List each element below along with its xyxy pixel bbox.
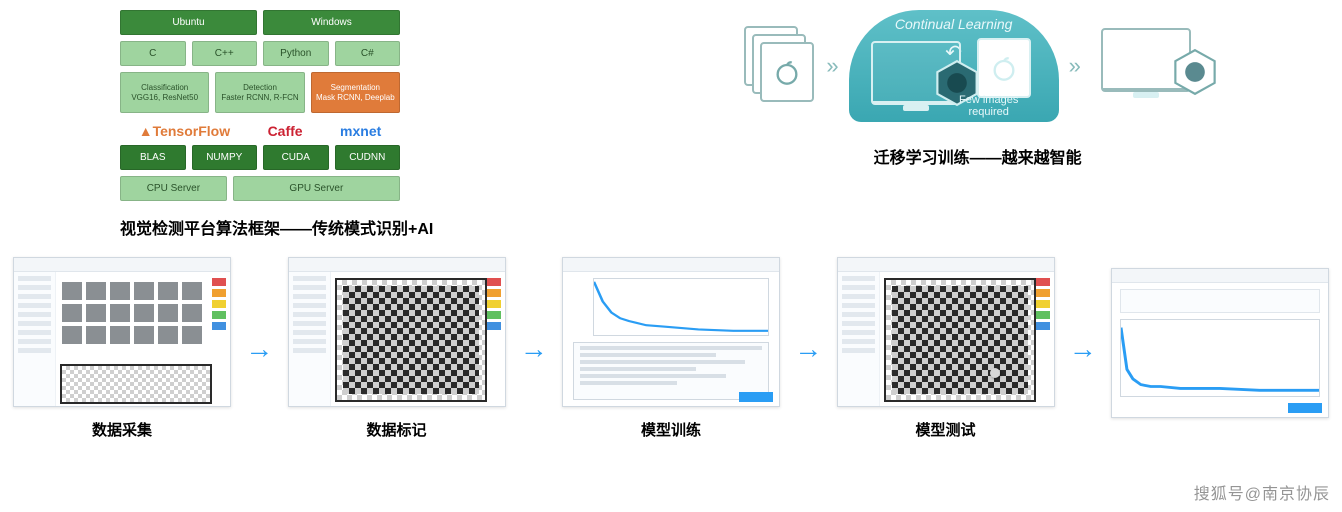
color-palette — [212, 278, 226, 333]
mxnet-logo: mxnet — [340, 123, 381, 139]
few-images-label: Few images required — [939, 94, 1039, 118]
task-block: SegmentationMask RCNN, Deeplab — [311, 72, 400, 113]
brain-hex-icon — [1173, 48, 1217, 96]
pipeline-step: 数据标记 — [287, 257, 507, 440]
eval-chart — [1120, 319, 1320, 397]
lang-block: C# — [335, 41, 401, 66]
framework-logos: ▲TensorFlow Caffe mxnet — [120, 119, 400, 145]
calibration-board — [335, 278, 487, 402]
apple-icon — [773, 58, 801, 86]
test-board — [884, 278, 1036, 402]
pipeline-step — [1110, 268, 1330, 430]
color-palette — [1036, 278, 1050, 333]
step-label: 数据采集 — [92, 419, 152, 440]
apple-icon — [990, 54, 1018, 82]
flow-arrow-icon: » — [826, 53, 838, 79]
server-block: GPU Server — [233, 176, 400, 201]
arrow-icon: → — [245, 333, 273, 365]
server-block: CPU Server — [120, 176, 227, 201]
color-palette — [487, 278, 501, 333]
lib-block: CUDNN — [335, 145, 401, 170]
tensorflow-logo: ▲TensorFlow — [139, 123, 230, 139]
input-image-stack — [744, 26, 816, 106]
learning-box: Continual Learning ↶ Few images required — [849, 10, 1059, 122]
workflow-pipeline: 数据采集 → 数据标记 → 模型训练 — [0, 239, 1342, 440]
lang-block: C++ — [192, 41, 258, 66]
task-block: ClassificationVGG16, ResNet50 — [120, 72, 209, 113]
arrow-icon: → — [520, 333, 548, 365]
thumbnail-grid — [62, 282, 202, 344]
pipeline-step: 模型训练 — [561, 257, 781, 440]
screenshot-model-test — [837, 257, 1055, 407]
continual-learning-panel: » Continual Learning ↶ Few images requir… — [473, 10, 1282, 168]
screenshot-model-train — [562, 257, 780, 407]
screenshot-data-label — [288, 257, 506, 407]
lib-block: NUMPY — [192, 145, 258, 170]
os-block: Windows — [263, 10, 400, 35]
lib-block: CUDA — [263, 145, 329, 170]
watermark: 搜狐号@南京协辰 — [1194, 480, 1330, 504]
caffe-logo: Caffe — [268, 123, 303, 139]
os-block: Ubuntu — [120, 10, 257, 35]
flow-arrow-icon: » — [1069, 53, 1081, 79]
step-label: 数据标记 — [366, 419, 426, 440]
action-button[interactable] — [1288, 403, 1322, 413]
lib-block: BLAS — [120, 145, 186, 170]
lang-block: C — [120, 41, 186, 66]
output-model — [1091, 24, 1211, 108]
task-block: DetectionFaster RCNN, R-FCN — [215, 72, 304, 113]
pipeline-step: 数据采集 — [12, 257, 232, 440]
arrow-icon: → — [1069, 333, 1097, 365]
step-label: 模型测试 — [915, 419, 975, 440]
pipeline-step: 模型测试 — [836, 257, 1056, 440]
loss-chart — [593, 278, 769, 336]
arrow-icon: → — [794, 333, 822, 365]
stack-caption: 视觉检测平台算法框架——传统模式识别+AI — [120, 215, 433, 239]
defect-marker — [990, 368, 1000, 378]
continual-caption: 迁移学习训练——越来越智能 — [874, 144, 1082, 168]
lang-block: Python — [263, 41, 329, 66]
framework-stack: Ubuntu Windows C C++ Python C# Classific… — [120, 10, 433, 239]
screenshot-eval — [1111, 268, 1329, 418]
action-button[interactable] — [739, 392, 773, 402]
screenshot-data-collect — [13, 257, 231, 407]
step-label: 模型训练 — [641, 419, 701, 440]
continual-title: Continual Learning — [849, 16, 1059, 32]
table-header — [1120, 289, 1320, 313]
